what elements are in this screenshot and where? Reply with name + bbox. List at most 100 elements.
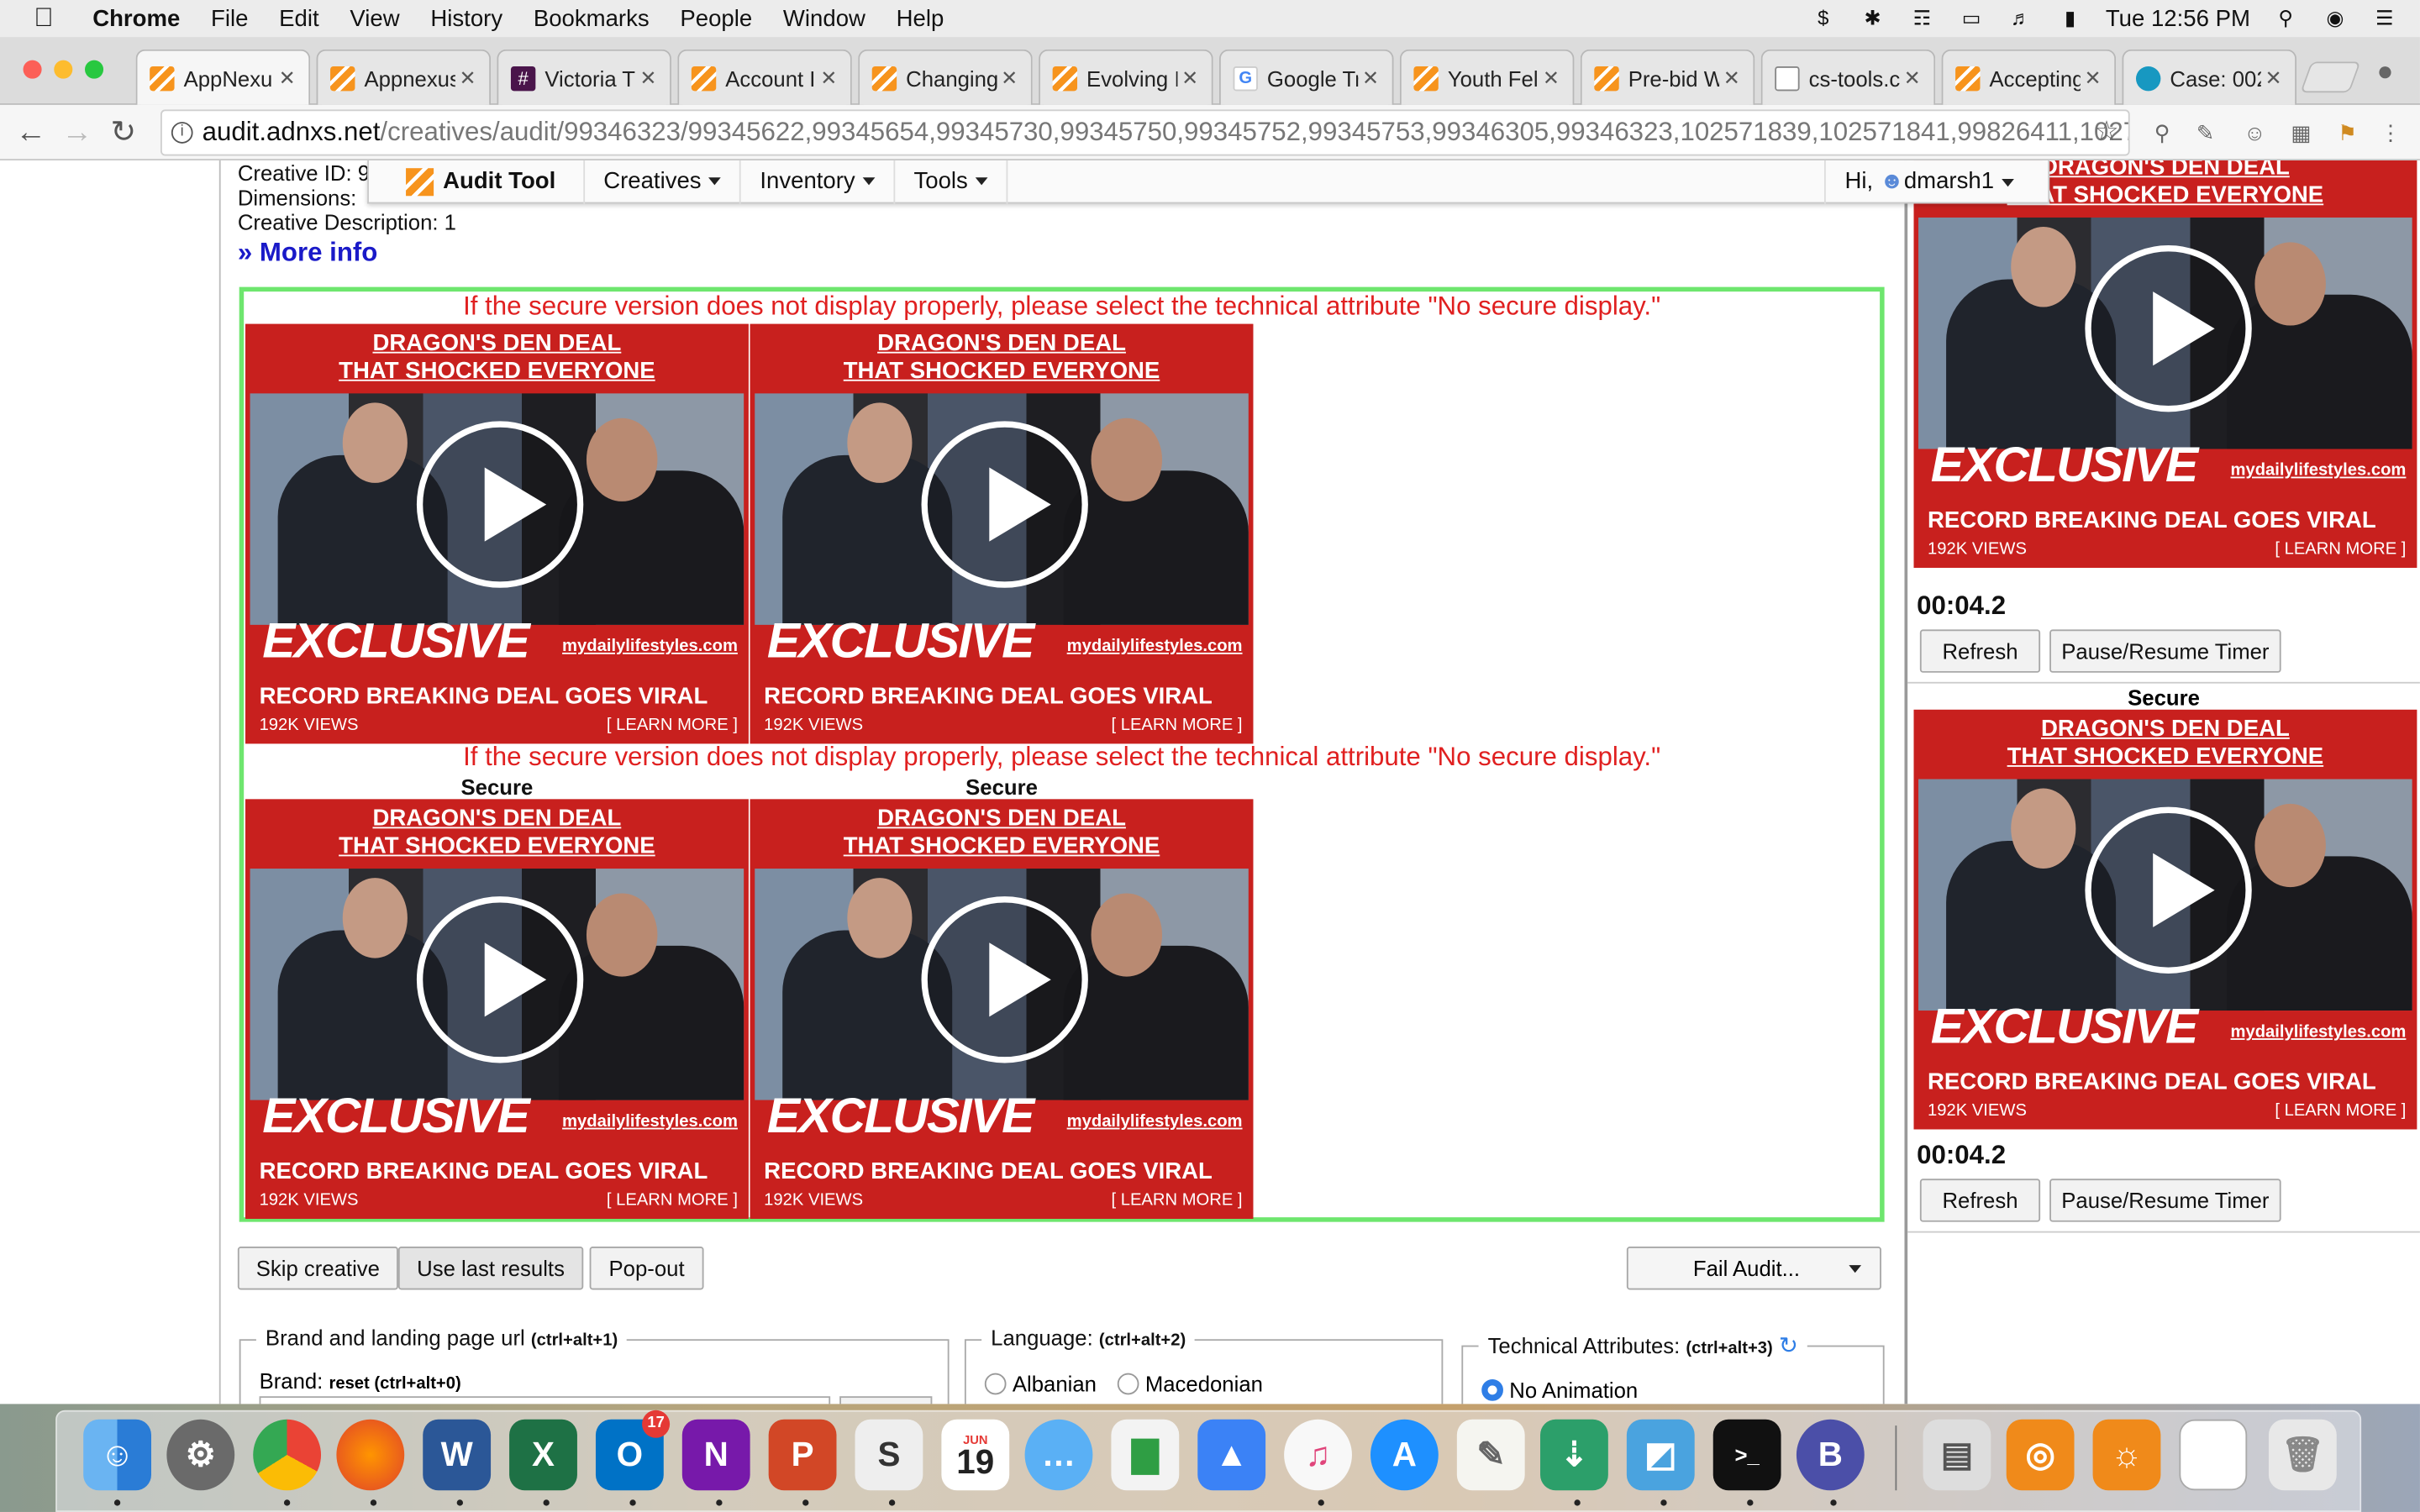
menu-help[interactable]: Help [897,5,944,31]
messages-icon[interactable]: … [1024,1419,1093,1491]
ad-learn-more[interactable]: [ LEARN MORE ] [2275,540,2406,559]
audit-tool-brand[interactable]: Audit Tool [369,160,586,203]
textedit-icon[interactable]: ✎ [1456,1419,1525,1491]
play-icon[interactable] [2085,806,2252,974]
back-arrow-icon[interactable]: ← [13,114,50,151]
side-ad-preview[interactable]: DRAGON'S DEN DEAL THAT SHOCKED EVERYONE E… [1913,160,2417,568]
ad-creative-preview-secure[interactable]: DRAGON'S DEN DEAL THAT SHOCKED EVERYONE E… [245,799,749,1219]
terminal-icon[interactable]: >_ [1712,1419,1781,1491]
bookmark-star-icon[interactable]: ☆ [2093,118,2121,145]
ad-creative-preview[interactable]: DRAGON'S DEN DEAL THAT SHOCKED EVERYONE E… [245,323,749,744]
brand-button[interactable] [839,1396,933,1404]
tab-evolving[interactable]: Evolving I ✕ [1039,49,1213,105]
profile-extension-icon[interactable]: ☺ [2241,118,2269,146]
radio-icon[interactable] [1117,1373,1139,1395]
brand-input[interactable] [259,1396,831,1404]
window-close-icon[interactable] [23,60,42,79]
tab-youth[interactable]: Youth Fel ✕ [1399,49,1575,105]
itunes-icon[interactable]: ♫ [1284,1419,1352,1491]
play-icon[interactable] [416,896,584,1063]
user-menu-dropdown[interactable]: Hi, ☻dmarsh1 [1824,160,2014,204]
window-minimize-icon[interactable] [54,60,73,79]
calendar-icon[interactable]: JUN 19 [941,1419,1010,1491]
ad-learn-more[interactable]: [ LEARN MORE ] [1111,716,1242,734]
tab-victoria[interactable]: # Victoria T ✕ [497,49,671,105]
pen-extension-icon[interactable]: ✎ [2191,118,2219,146]
use-last-results-button[interactable]: Use last results [397,1247,584,1290]
notification-center-icon[interactable]: ☰ [2370,7,2398,29]
preview-icon[interactable]: ◩ [1626,1419,1695,1491]
pause-resume-timer-button-secure[interactable]: Pause/Resume Timer [2049,1179,2281,1222]
app-store-icon[interactable]: A [1370,1419,1439,1491]
radio-icon[interactable] [984,1373,1007,1395]
slack-icon[interactable]: S [855,1419,923,1491]
firefox-icon[interactable] [336,1419,405,1491]
ad-learn-more[interactable]: [ LEARN MORE ] [607,716,738,734]
tab-close-icon[interactable]: ✕ [1900,66,1924,90]
skip-creative-button[interactable]: Skip creative [237,1247,398,1290]
tab-google[interactable]: G Google Tr ✕ [1218,49,1394,105]
tab-close-icon[interactable]: ✕ [1719,66,1744,90]
onenote-icon[interactable]: N [681,1419,750,1491]
refresh-button[interactable]: Refresh [1919,629,2041,673]
side-ad-preview-secure[interactable]: DRAGON'S DEN DEAL THAT SHOCKED EVERYONE E… [1913,709,2417,1130]
fail-audit-dropdown[interactable]: Fail Audit... [1626,1247,1881,1290]
tab-cs-tools[interactable]: cs-tools.c ✕ [1760,49,1936,105]
menu-app-name[interactable]: Chrome [92,5,180,31]
powerpoint-icon[interactable]: P [768,1419,837,1491]
profile-icon[interactable]: ● [2377,55,2394,88]
outlook-icon[interactable]: O 17 [595,1410,671,1491]
tab-close-icon[interactable]: ✕ [997,66,1022,90]
finder-icon[interactable]: ☺ [83,1419,151,1491]
menu-file[interactable]: File [211,5,248,31]
forward-arrow-icon[interactable]: → [59,114,96,151]
tab-close-icon[interactable]: ✕ [2081,66,2105,90]
tech-option-no-animation[interactable]: No Animation [1481,1378,1638,1403]
play-icon[interactable] [416,421,584,588]
sourcetree-icon[interactable]: ⇣ [1540,1419,1608,1491]
pause-resume-timer-button[interactable]: Pause/Resume Timer [2049,629,2281,673]
chrome-window-thumbnail-icon[interactable] [2179,1419,2248,1491]
refresh-button-secure[interactable]: Refresh [1919,1179,2041,1222]
volume-icon[interactable]: ♬ [2007,7,2034,29]
menu-window[interactable]: Window [783,5,865,31]
popout-button[interactable]: Pop-out [589,1247,704,1290]
tab-close-icon[interactable]: ✕ [1539,66,1563,90]
cisd-app-icon[interactable]: ☼ [2092,1419,2161,1491]
tab-appnexus-active[interactable]: AppNexu ✕ [135,49,311,105]
nav-creatives-dropdown[interactable]: Creatives [585,160,742,203]
chrome-menu-icon[interactable]: ⋮ [2377,118,2405,146]
tab-close-icon[interactable]: ✕ [1177,66,1202,90]
wifi-icon[interactable]: ☶ [1908,7,1936,29]
ad-learn-more[interactable]: [ LEARN MORE ] [607,1191,738,1210]
tab-close-icon[interactable]: ✕ [275,66,299,90]
language-option-albanian[interactable]: Albanian [984,1372,1097,1396]
refresh-attributes-icon[interactable]: ↻ [1779,1333,1798,1359]
tab-close-icon[interactable]: ✕ [2261,66,2286,90]
airplay-icon[interactable]: ▭ [1958,7,1986,29]
ad-learn-more[interactable]: [ LEARN MORE ] [2275,1101,2406,1120]
apple-icon[interactable]:  [34,3,65,34]
ad-learn-more[interactable]: [ LEARN MORE ] [1111,1191,1242,1210]
grid-extension-icon[interactable]: ▦ [2287,118,2315,146]
bluetooth-icon[interactable]: ✱ [1859,7,1886,29]
keynote-icon[interactable]: ▲ [1197,1419,1266,1491]
play-icon[interactable] [921,896,1088,1063]
excel-icon[interactable]: X [509,1419,577,1491]
nav-tools-dropdown[interactable]: Tools [895,160,1008,203]
trash-icon[interactable]: 🗑 [2268,1419,2337,1491]
brand-reset-link[interactable]: reset (ctrl+alt+0) [329,1374,460,1393]
numbers-icon[interactable]: ▇ [1111,1419,1180,1491]
tab-appnexus[interactable]: Appnexus ✕ [316,49,492,105]
menu-bookmarks[interactable]: Bookmarks [534,5,650,31]
tab-close-icon[interactable]: ✕ [455,66,480,90]
play-icon[interactable] [2085,245,2252,412]
menu-people[interactable]: People [680,5,752,31]
more-info-link[interactable]: » More info [238,238,378,269]
battery-icon[interactable]: ▮ [2056,7,2084,29]
tab-prebid[interactable]: Pre-bid W ✕ [1580,49,1755,105]
tab-close-icon[interactable]: ✕ [636,66,660,90]
system-preferences-icon[interactable]: ⚙ [166,1419,235,1491]
url-input[interactable]: i audit.adnxs.net/creatives/audit/993463… [160,109,2130,156]
tab-accepting[interactable]: Accepting ✕ [1941,49,2117,105]
